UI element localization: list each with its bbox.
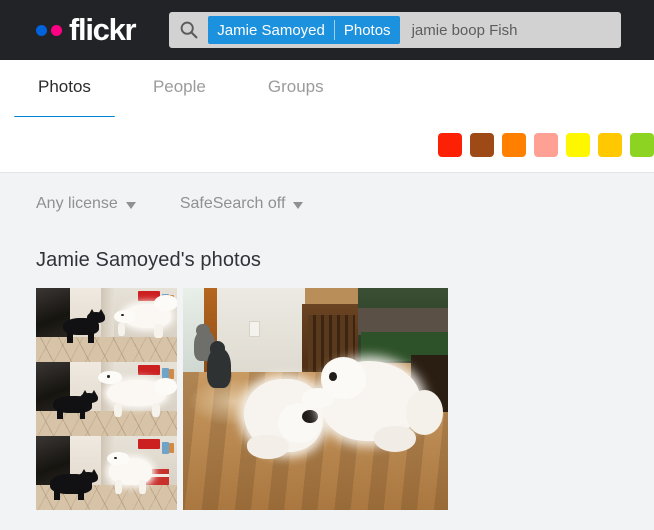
- color-swatch-green[interactable]: [630, 133, 654, 157]
- search-icon: [179, 20, 199, 40]
- tab-people[interactable]: People: [129, 78, 230, 117]
- tab-people-label: People: [152, 77, 206, 96]
- color-swatch-orange[interactable]: [502, 133, 526, 157]
- color-filter-bar: [0, 117, 654, 173]
- site-header: flickr Jamie Samoyed Photos jamie boop F…: [0, 0, 654, 60]
- photo-grid: [0, 288, 654, 510]
- triptych: [36, 288, 177, 510]
- photo-two-samoyeds-playing[interactable]: [183, 288, 448, 510]
- color-swatch-salmon[interactable]: [534, 133, 558, 157]
- tab-groups-label: Groups: [267, 77, 324, 96]
- search-input[interactable]: jamie boop Fish: [412, 22, 518, 39]
- logo-dots: [36, 24, 62, 36]
- triptych-frame-1: [36, 288, 177, 362]
- tab-photos[interactable]: Photos: [14, 77, 115, 120]
- tab-groups[interactable]: Groups: [244, 78, 348, 117]
- safesearch-filter-label: SafeSearch off: [179, 195, 286, 212]
- triptych-frame-2: [36, 362, 177, 436]
- triptych-frame-3: [36, 436, 177, 510]
- chevron-down-icon: [125, 201, 136, 209]
- results-tabs: Photos People Groups: [0, 60, 654, 120]
- license-filter[interactable]: Any license: [36, 195, 136, 213]
- flickr-logo[interactable]: flickr: [36, 11, 137, 47]
- search-bar[interactable]: Jamie Samoyed Photos jamie boop Fish: [169, 12, 622, 48]
- search-token[interactable]: Jamie Samoyed Photos: [208, 16, 400, 44]
- color-swatch-red[interactable]: [438, 133, 462, 157]
- photo-samoyed-cat-triptych[interactable]: [36, 288, 177, 510]
- color-swatch-list: [438, 133, 654, 157]
- logo-dot-blue-icon: [36, 24, 47, 36]
- search-token-divider: [333, 20, 335, 40]
- color-swatch-yellow[interactable]: [566, 133, 590, 157]
- safesearch-filter[interactable]: SafeSearch off: [180, 195, 304, 213]
- living-room-scene: [183, 288, 448, 510]
- chevron-down-icon: [293, 201, 304, 209]
- color-swatch-brown[interactable]: [470, 133, 494, 157]
- results-section-title: Jamie Samoyed's photos: [36, 249, 262, 271]
- filter-bar: Any license SafeSearch off: [0, 173, 654, 235]
- color-swatch-gold[interactable]: [598, 133, 622, 157]
- license-filter-label: Any license: [36, 195, 118, 212]
- logo-wordmark: flickr: [69, 11, 137, 47]
- search-token-user: Jamie Samoyed: [217, 21, 325, 39]
- tab-photos-label: Photos: [38, 77, 91, 96]
- logo-dot-pink-icon: [51, 24, 62, 36]
- search-token-type: Photos: [343, 21, 391, 39]
